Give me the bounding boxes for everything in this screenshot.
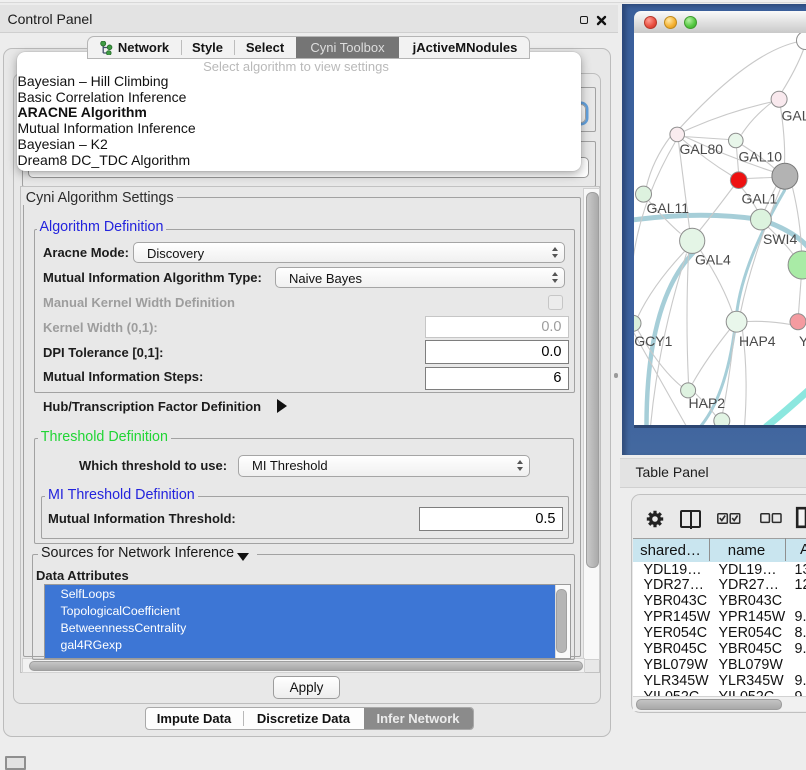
svg-text:GAL11: GAL11 bbox=[646, 200, 689, 216]
svg-text:GCY1: GCY1 bbox=[634, 333, 672, 349]
svg-text:GAL80: GAL80 bbox=[679, 141, 723, 157]
svg-text:GAL4: GAL4 bbox=[695, 251, 731, 267]
svg-text:GAL1: GAL1 bbox=[741, 190, 777, 206]
svg-text:Y: Y bbox=[799, 333, 806, 349]
svg-text:GAL10: GAL10 bbox=[738, 148, 782, 164]
svg-text:HAP4: HAP4 bbox=[739, 333, 776, 349]
svg-text:GAL: GAL bbox=[781, 107, 806, 123]
svg-text:SWI4: SWI4 bbox=[763, 231, 797, 247]
svg-text:HAP2: HAP2 bbox=[688, 395, 725, 411]
